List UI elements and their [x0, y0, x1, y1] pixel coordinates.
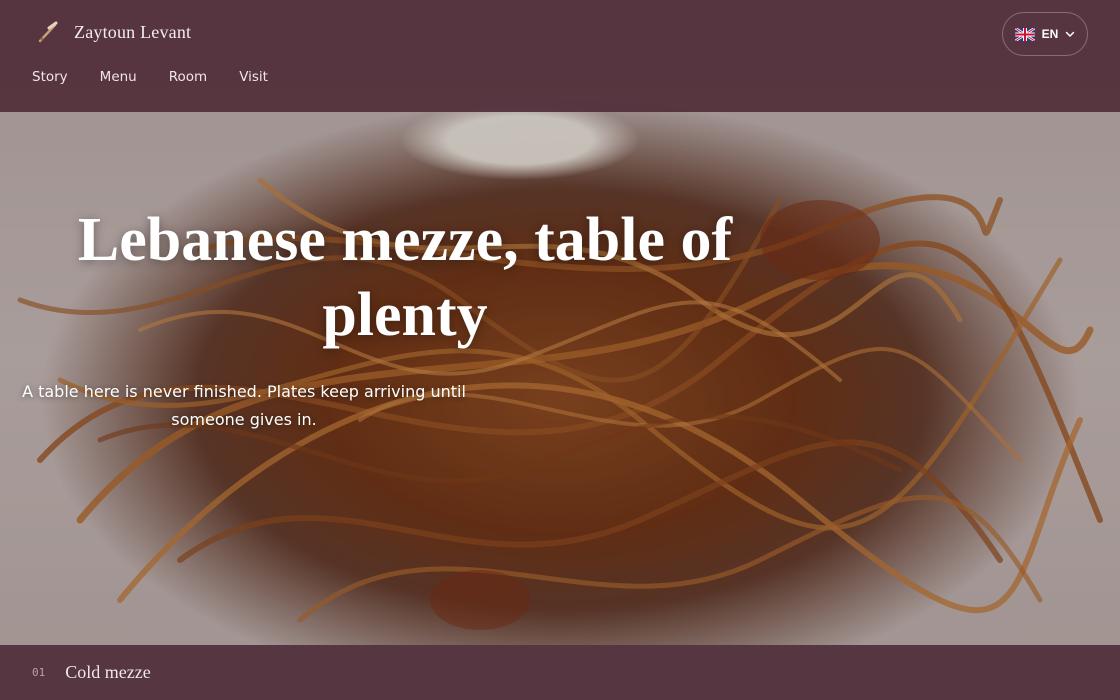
language-code: EN: [1041, 27, 1059, 41]
hero-subline-line2: someone gives in.: [171, 410, 317, 429]
section-strip[interactable]: 01 Cold mezze: [0, 645, 1120, 700]
site-header: Zaytoun Levant Story Menu Room Visit EN: [0, 0, 1120, 112]
section-number: 01: [32, 666, 46, 679]
nav-item-story[interactable]: Story: [32, 69, 68, 85]
nav-item-menu[interactable]: Menu: [100, 69, 137, 85]
main-nav: Story Menu Room Visit: [32, 69, 268, 85]
section-label: Cold mezze: [65, 662, 151, 682]
nav-item-visit[interactable]: Visit: [239, 69, 268, 85]
hero-headline: Lebanese mezze, table of plenty: [40, 203, 770, 353]
hero-headline-line1: Lebanese mezze, table of: [77, 206, 733, 274]
language-selector[interactable]: EN: [1002, 12, 1088, 56]
brand-name: Zaytoun Levant: [74, 21, 192, 42]
hero-subline: A table here is never finished. Plates k…: [20, 378, 468, 434]
uk-flag-icon: [1014, 27, 1035, 41]
olive-branch-icon: [38, 21, 58, 43]
chevron-down-icon: [1066, 31, 1075, 37]
nav-item-room[interactable]: Room: [169, 69, 207, 85]
brand-link[interactable]: Zaytoun Levant: [36, 20, 191, 44]
hero-headline-line2: plenty: [322, 281, 488, 349]
hero-subline-line1: A table here is never finished. Plates k…: [22, 382, 466, 401]
